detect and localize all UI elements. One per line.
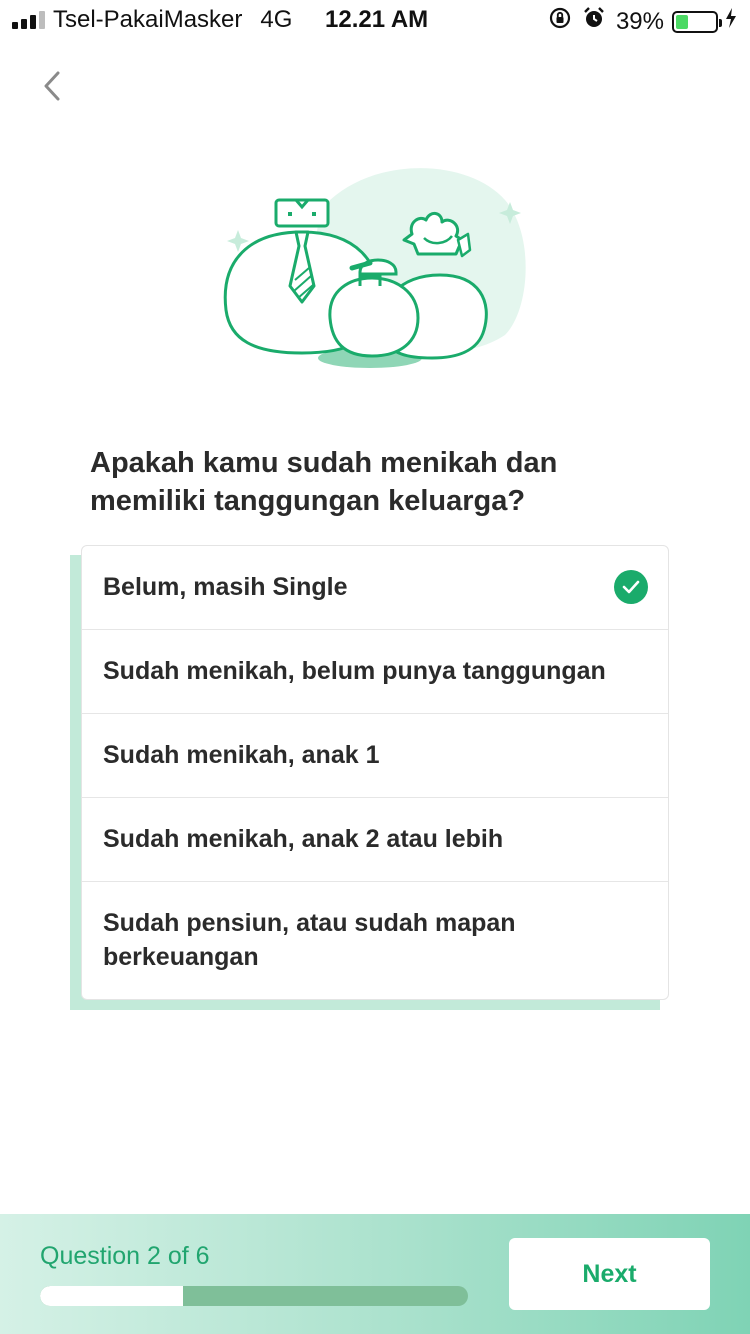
status-left: Tsel-PakaiMasker 4G <box>12 6 316 34</box>
option-label: Sudah pensiun, atau sudah mapan berkeuan… <box>103 909 516 971</box>
option-label: Belum, masih Single <box>103 573 348 601</box>
progress-bar-fill <box>40 1286 183 1306</box>
alarm-icon <box>582 6 606 37</box>
option-belum-single[interactable]: Belum, masih Single <box>82 546 668 630</box>
option-label: Sudah menikah, anak 1 <box>103 741 380 769</box>
option-menikah-anak-2-lebih[interactable]: Sudah menikah, anak 2 atau lebih <box>82 798 668 882</box>
charging-icon <box>724 7 738 36</box>
question-title: Apakah kamu sudah menikah dan memiliki t… <box>90 447 558 517</box>
question-progress-label: Question 2 of 6 <box>40 1242 210 1270</box>
status-time: 12.21 AM <box>325 6 429 33</box>
bottom-bar: Question 2 of 6 Next <box>0 1214 750 1334</box>
option-label: Sudah menikah, belum punya tanggungan <box>103 657 606 685</box>
status-bar: Tsel-PakaiMasker 4G 12.21 AM 39% <box>0 0 750 40</box>
battery-cap <box>719 18 722 27</box>
next-button[interactable]: Next <box>509 1238 710 1310</box>
rotation-lock-icon <box>548 6 572 37</box>
battery-icon <box>672 10 722 33</box>
family-illustration <box>210 160 540 390</box>
signal-icon <box>12 11 45 29</box>
battery-level <box>676 14 689 29</box>
options-list: Belum, masih Single Sudah menikah, belum… <box>81 545 669 1000</box>
option-label: Sudah menikah, anak 2 atau lebih <box>103 825 504 853</box>
carrier-name: Tsel-PakaiMasker <box>53 6 243 33</box>
back-button[interactable] <box>32 66 72 106</box>
check-icon <box>614 570 648 604</box>
option-menikah-anak-1[interactable]: Sudah menikah, anak 1 <box>82 714 668 798</box>
progress-bar <box>40 1286 468 1306</box>
battery-percent: 39% <box>615 7 664 35</box>
status-right: 39% <box>548 6 738 37</box>
option-pensiun-mapan[interactable]: Sudah pensiun, atau sudah mapan berkeuan… <box>82 882 668 997</box>
option-menikah-tanpa-tanggungan[interactable]: Sudah menikah, belum punya tanggungan <box>82 630 668 714</box>
network-type: 4G <box>260 6 293 33</box>
chevron-left-icon <box>44 71 60 101</box>
